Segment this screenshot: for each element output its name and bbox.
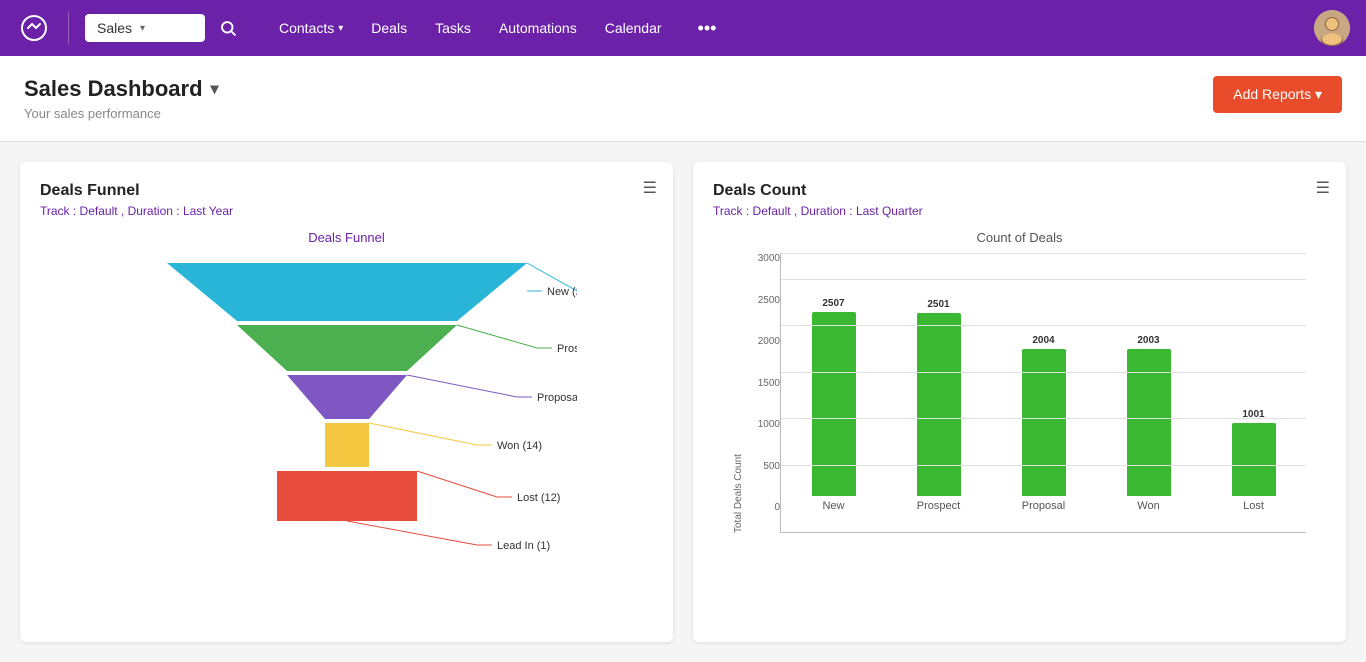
page-title-section: Sales Dashboard ▾ Your sales performance <box>24 76 219 121</box>
svg-text:Won (14): Won (14) <box>497 440 542 452</box>
more-options-button[interactable]: ••• <box>690 10 725 47</box>
nav-item-tasks[interactable]: Tasks <box>423 12 483 44</box>
bar-new: 2507 New <box>781 298 886 512</box>
nav-item-calendar[interactable]: Calendar <box>593 12 674 44</box>
grid-line-2500 <box>781 279 1306 280</box>
nav-divider <box>68 12 69 44</box>
chevron-down-icon: ▾ <box>338 23 343 34</box>
svg-text:New (24): New (24) <box>547 286 577 298</box>
nav-item-deals[interactable]: Deals <box>359 12 419 44</box>
funnel-chart-subtitle: Track : Default , Duration : Last Year <box>40 204 653 218</box>
bar-lost: 1001 Lost <box>1201 409 1306 512</box>
sales-dropdown[interactable]: Sales ▾ <box>85 14 205 42</box>
funnel-inner-title: Deals Funnel <box>40 230 653 245</box>
nav-item-contacts[interactable]: Contacts ▾ <box>267 12 355 44</box>
y-label-2500: 2500 <box>748 295 780 306</box>
svg-text:Lost (12): Lost (12) <box>517 492 560 504</box>
funnel-svg: New (24) Prospect (10) Proposal (14) Won… <box>117 253 577 563</box>
bar-proposal: 2004 Proposal <box>991 335 1096 512</box>
page-title-dropdown[interactable]: ▾ <box>211 79 219 99</box>
y-label-2000: 2000 <box>748 336 780 347</box>
y-axis-labels: 0 500 1000 1500 2000 2500 3000 <box>748 253 780 533</box>
bar-lost-rect <box>1232 423 1276 496</box>
page-header: Sales Dashboard ▾ Your sales performance… <box>0 56 1366 142</box>
grid-line-1000 <box>781 418 1306 419</box>
bar-won: 2003 Won <box>1096 335 1201 512</box>
page-title: Sales Dashboard ▾ <box>24 76 219 102</box>
funnel-chart-title: Deals Funnel <box>40 182 653 200</box>
nav-item-automations[interactable]: Automations <box>487 12 589 44</box>
svg-text:Lead In (1): Lead In (1) <box>497 540 550 552</box>
deals-count-card: Deals Count Track : Default , Duration :… <box>693 162 1346 642</box>
deals-funnel-card: Deals Funnel Track : Default , Duration … <box>20 162 673 642</box>
y-label-3000: 3000 <box>748 253 780 264</box>
bar-chart-menu-button[interactable]: ☰ <box>1316 178 1330 198</box>
funnel-menu-button[interactable]: ☰ <box>643 178 657 198</box>
page-subtitle: Your sales performance <box>24 106 219 121</box>
search-button[interactable] <box>213 13 243 43</box>
bar-chart-subtitle: Track : Default , Duration : Last Quarte… <box>713 204 1326 218</box>
bar-prospect-rect <box>917 313 961 496</box>
add-reports-button[interactable]: Add Reports ▾ <box>1213 76 1342 113</box>
bar-prospect: 2501 Prospect <box>886 299 991 512</box>
y-label-500: 500 <box>748 461 780 472</box>
y-label-1500: 1500 <box>748 378 780 389</box>
bar-chart-inner-title: Count of Deals <box>733 230 1306 245</box>
bar-new-rect <box>812 312 856 496</box>
nav-items: Contacts ▾ Deals Tasks Automations Calen… <box>267 12 674 44</box>
sales-dropdown-label: Sales <box>97 20 132 36</box>
grid-line-1500 <box>781 372 1306 373</box>
user-avatar[interactable] <box>1314 10 1350 46</box>
svg-text:Prospect (10): Prospect (10) <box>557 343 577 355</box>
navbar: Sales ▾ Contacts ▾ Deals Tasks Automatio… <box>0 0 1366 56</box>
app-logo[interactable] <box>16 10 52 46</box>
bar-chart-title: Deals Count <box>713 182 1326 200</box>
svg-text:Proposal (14): Proposal (14) <box>537 392 577 404</box>
main-content: Deals Funnel Track : Default , Duration … <box>0 142 1366 662</box>
y-label-1000: 1000 <box>748 419 780 430</box>
chevron-down-icon: ▾ <box>140 23 145 34</box>
grid-line-2000 <box>781 325 1306 326</box>
y-label-0: 0 <box>748 502 780 513</box>
y-axis-title: Total Deals Count <box>733 253 744 533</box>
grid-line-3000 <box>781 253 1306 254</box>
grid-line-500 <box>781 465 1306 466</box>
